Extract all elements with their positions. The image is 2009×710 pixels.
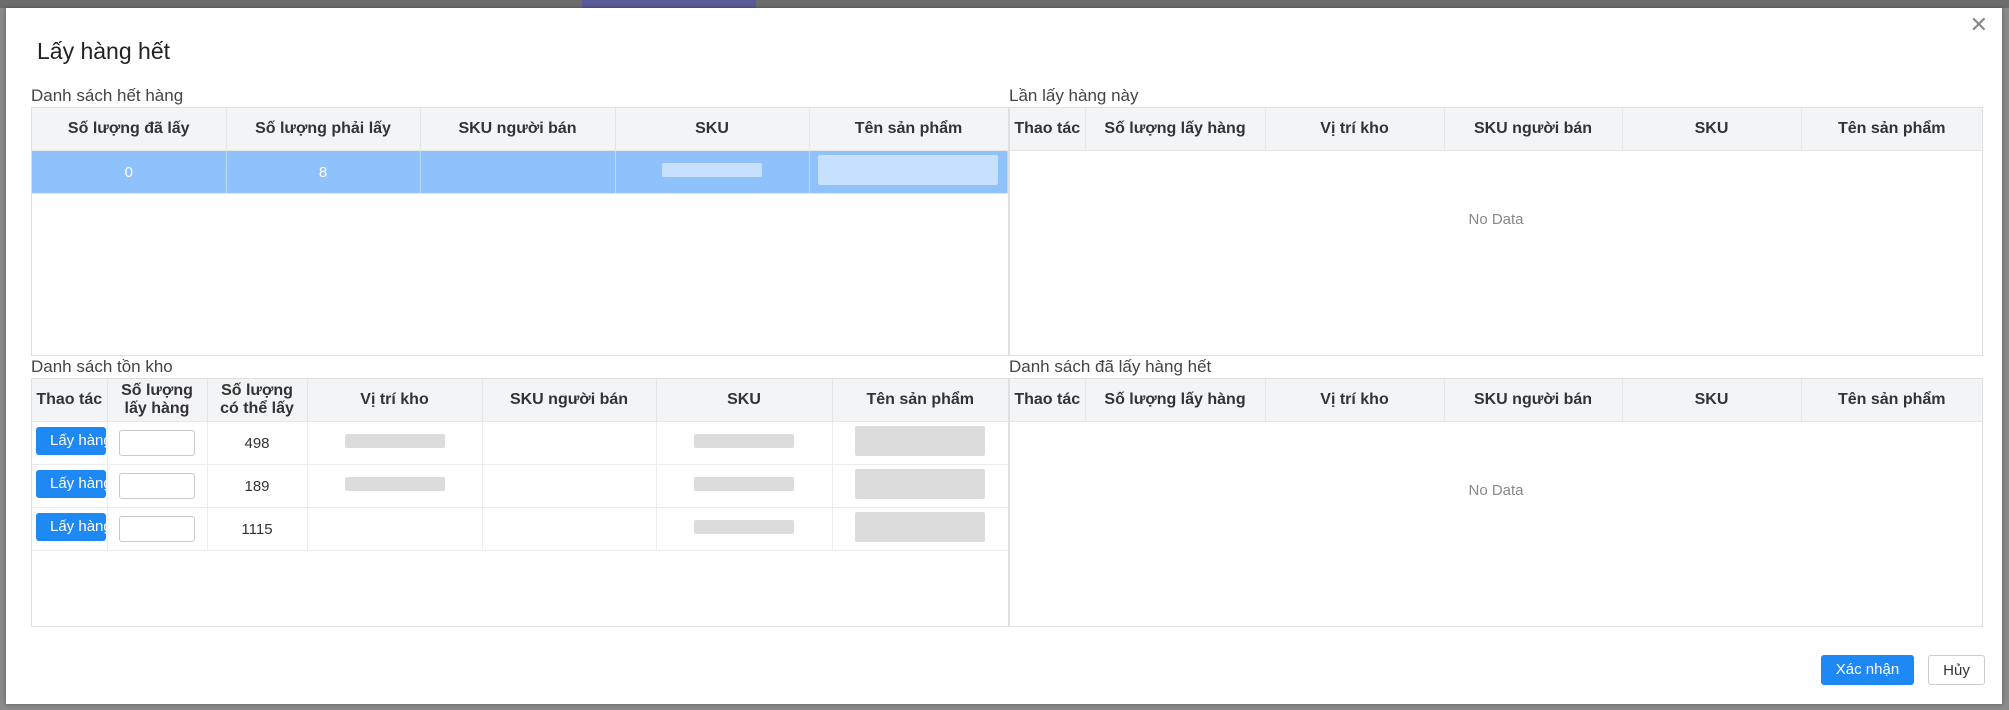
product-name-cell xyxy=(809,150,1008,194)
confirm-button[interactable]: Xác nhận xyxy=(1821,655,1914,685)
col-available-qty: Số lượng có thể lấy xyxy=(207,379,308,422)
inventory-table: Thao tác Số lượng lấy hàng Số lượng có t… xyxy=(31,378,1009,627)
action-cell: Lấy hàng xyxy=(32,464,108,508)
available-cell: 498 xyxy=(207,421,308,465)
empty-state: No Data xyxy=(1468,211,1524,228)
required-cell: 8 xyxy=(226,150,421,194)
sku-cell xyxy=(656,507,833,551)
redacted-text xyxy=(344,477,445,491)
redacted-text xyxy=(855,469,986,499)
col-product-name: Tên sản phẩm xyxy=(1801,379,1982,422)
this-pick-table: Thao tác Số lượng lấy hàng Vị trí kho SK… xyxy=(1009,107,1983,356)
close-icon[interactable]: ✕ xyxy=(1970,12,1988,38)
table-header: Thao tác Số lượng lấy hàng Số lượng có t… xyxy=(32,379,1008,422)
table-row: Lấy hàng 498 xyxy=(32,421,1008,465)
col-location: Vị trí kho xyxy=(1265,108,1445,151)
background-highlight xyxy=(582,0,756,8)
redacted-text xyxy=(694,477,794,491)
col-sku: SKU xyxy=(1622,108,1802,151)
col-product-name: Tên sản phẩm xyxy=(832,379,1008,422)
col-sku: SKU xyxy=(656,379,833,422)
background-page-strip xyxy=(0,0,2009,8)
location-cell xyxy=(307,464,483,508)
pick-button[interactable]: Lấy hàng xyxy=(36,427,106,455)
col-seller-sku: SKU người bán xyxy=(420,108,616,151)
col-pick-qty: Số lượng lấy hàng xyxy=(107,379,208,422)
col-action: Thao tác xyxy=(1010,379,1086,422)
picked-cell: 0 xyxy=(32,150,227,194)
col-seller-sku: SKU người bán xyxy=(1444,379,1623,422)
available-cell: 1115 xyxy=(207,507,308,551)
qty-cell xyxy=(107,507,208,551)
location-cell xyxy=(307,421,483,465)
available-cell: 189 xyxy=(207,464,308,508)
out-of-stock-title: Danh sách hết hàng xyxy=(31,86,184,105)
col-pick-qty: Số lượng lấy hàng xyxy=(1085,379,1266,422)
col-product-name: Tên sản phẩm xyxy=(809,108,1008,151)
pick-qty-input[interactable] xyxy=(119,430,195,456)
col-picked: Số lượng đã lấy xyxy=(32,108,227,151)
col-seller-sku: SKU người bán xyxy=(1444,108,1623,151)
col-pick-qty: Số lượng lấy hàng xyxy=(1085,108,1266,151)
seller-sku-cell xyxy=(482,421,657,465)
product-name-cell xyxy=(832,421,1008,465)
redacted-text xyxy=(694,434,794,448)
table-header: Số lượng đã lấy Số lượng phải lấy SKU ng… xyxy=(32,108,1008,151)
pick-qty-input[interactable] xyxy=(119,473,195,499)
redacted-text xyxy=(855,426,986,456)
sku-cell xyxy=(656,464,833,508)
table-header: Thao tác Số lượng lấy hàng Vị trí kho SK… xyxy=(1010,108,1982,151)
qty-cell xyxy=(107,464,208,508)
table-row[interactable]: 0 8 xyxy=(32,150,1008,194)
picked-out-table: Thao tác Số lượng lấy hàng Vị trí kho SK… xyxy=(1009,378,1983,627)
qty-cell xyxy=(107,421,208,465)
table-row: Lấy hàng 1115 xyxy=(32,507,1008,551)
pick-button[interactable]: Lấy hàng xyxy=(36,513,106,541)
this-pick-panel: Lần lấy hàng này Thao tác Số lượng lấy h… xyxy=(1009,85,1983,356)
picked-out-panel: Danh sách đã lấy hàng hết Thao tác Số lư… xyxy=(1009,356,1983,627)
out-of-stock-table: Số lượng đã lấy Số lượng phải lấy SKU ng… xyxy=(31,107,1009,356)
col-location: Vị trí kho xyxy=(1265,379,1445,422)
location-cell xyxy=(307,507,483,551)
col-sku: SKU xyxy=(1622,379,1802,422)
sku-cell xyxy=(656,421,833,465)
col-product-name: Tên sản phẩm xyxy=(1801,108,1982,151)
col-sku: SKU xyxy=(615,108,810,151)
picked-out-title: Danh sách đã lấy hàng hết xyxy=(1009,357,1212,376)
out-of-stock-panel: Danh sách hết hàng Số lượng đã lấy Số lư… xyxy=(31,85,1009,356)
col-action: Thao tác xyxy=(32,379,108,422)
pick-qty-input[interactable] xyxy=(119,516,195,542)
product-name-cell xyxy=(832,507,1008,551)
redacted-text xyxy=(818,155,999,185)
table-row: Lấy hàng 189 xyxy=(32,464,1008,508)
seller-sku-cell xyxy=(420,150,616,194)
this-pick-title: Lần lấy hàng này xyxy=(1009,86,1139,105)
pick-button[interactable]: Lấy hàng xyxy=(36,470,106,498)
redacted-text xyxy=(344,434,445,448)
pick-all-dialog: ✕ Lấy hàng hết Danh sách hết hàng Số lượ… xyxy=(6,8,2002,704)
redacted-text xyxy=(662,163,762,177)
col-action: Thao tác xyxy=(1010,108,1086,151)
cancel-button[interactable]: Hủy xyxy=(1928,655,1985,685)
redacted-text xyxy=(694,520,794,534)
dialog-title: Lấy hàng hết xyxy=(37,38,171,64)
seller-sku-cell xyxy=(482,464,657,508)
col-seller-sku: SKU người bán xyxy=(482,379,657,422)
action-cell: Lấy hàng xyxy=(32,421,108,465)
redacted-text xyxy=(855,512,986,542)
table-header: Thao tác Số lượng lấy hàng Vị trí kho SK… xyxy=(1010,379,1982,422)
inventory-panel: Danh sách tồn kho Thao tác Số lượng lấy … xyxy=(31,356,1009,627)
seller-sku-cell xyxy=(482,507,657,551)
col-location: Vị trí kho xyxy=(307,379,483,422)
col-required: Số lượng phải lấy xyxy=(226,108,421,151)
inventory-title: Danh sách tồn kho xyxy=(31,357,173,376)
sku-cell xyxy=(615,150,810,194)
product-name-cell xyxy=(832,464,1008,508)
action-cell: Lấy hàng xyxy=(32,507,108,551)
empty-state: No Data xyxy=(1468,482,1524,499)
